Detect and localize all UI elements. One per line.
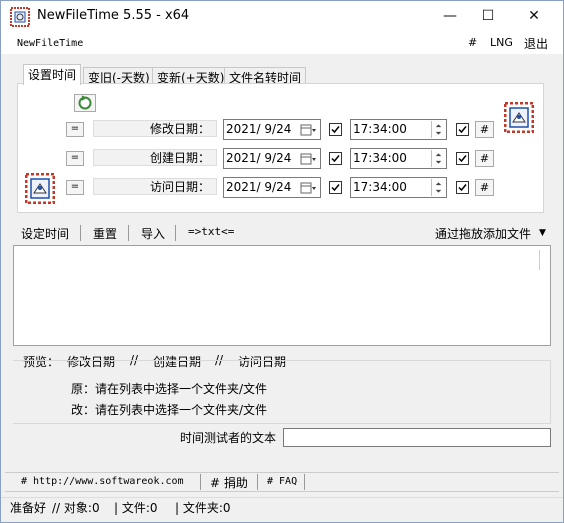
time-tester-input[interactable] [283,428,551,447]
menu-bar [1,32,563,54]
file-list[interactable] [13,245,551,346]
refresh-button[interactable] [74,94,96,112]
donate-link[interactable]: # 捐助 [210,474,248,491]
tab-set-time[interactable]: 设置时间 [23,64,82,85]
created-date-value: 2021/ 9/24 [226,151,292,165]
menu-hash[interactable]: # [468,36,477,49]
created-time-value: 17:34:00 [353,151,407,165]
footer-separator [200,474,201,490]
import-button[interactable]: 导入 [141,225,165,242]
status-objects: // 对象:0 [52,501,100,515]
reset-button[interactable]: 重置 [93,225,117,242]
footer-separator [304,474,305,490]
txt-button[interactable]: =>txt<= [188,225,234,238]
created-time-checkbox[interactable] [456,152,469,165]
calendar-dropdown-icon[interactable] [300,180,316,196]
set-time-button[interactable]: 设定时间 [21,225,69,242]
created-date-label: 创建日期： [93,149,217,166]
menu-app-name[interactable]: NewFileTime [17,38,83,49]
modified-hash-button[interactable]: # [475,121,494,138]
close-button[interactable]: ✕ [511,1,557,32]
drag-add-files-button[interactable]: 通过拖放添加文件 [435,225,531,242]
changed-label: 改： [71,403,96,417]
created-hash-button[interactable]: # [475,150,494,167]
window-title: NewFileTime 5.55 - x64 [37,8,190,23]
calendar-dropdown-icon[interactable] [300,151,316,167]
changed-text: 请在列表中选择一个文件夹/文件 [95,403,268,417]
toolbar-separator [175,225,176,241]
modified-date-label: 修改日期： [93,120,217,137]
accessed-time-input[interactable]: 17:34:00 [350,177,447,198]
accessed-time-value: 17:34:00 [353,180,407,194]
spin-updown-icon[interactable] [431,179,445,196]
website-link[interactable]: # http://www.softwareok.com [21,476,184,487]
check-icon [331,155,340,163]
refresh-icon [78,95,92,110]
status-files: | 文件:0 [114,501,158,515]
check-icon [458,126,467,134]
modified-time-checkbox[interactable] [456,123,469,136]
accessed-date-value: 2021/ 9/24 [226,180,292,194]
modified-date-input[interactable]: 2021/ 9/24 [223,119,321,140]
app-window: NewFileTime 5.55 - x64 — ☐ ✕ NewFileTime… [0,0,564,523]
accessed-date-label: 访问日期： [93,178,217,195]
modified-time-value: 17:34:00 [353,122,407,136]
accessed-time-checkbox[interactable] [456,181,469,194]
modified-date-value: 2021/ 9/24 [226,122,292,136]
check-icon [331,184,340,192]
accessed-equal-button[interactable]: = [66,180,84,195]
check-icon [458,155,467,163]
spin-updown-icon[interactable] [431,150,445,167]
check-icon [331,126,340,134]
created-equal-button[interactable]: = [66,151,84,166]
menu-language[interactable]: LNG [490,36,513,49]
original-label: 原： [71,382,96,396]
maximize-icon: ☐ [481,8,495,24]
toolbar-separator [80,225,81,241]
menu-exit[interactable]: 退出 [524,35,548,52]
accessed-date-input[interactable]: 2021/ 9/24 [223,177,321,198]
chevron-down-icon[interactable]: ▼ [539,228,546,238]
toolbar-separator [128,225,129,241]
spin-updown-icon[interactable] [431,121,445,138]
list-divider [539,250,540,270]
faq-link[interactable]: # FAQ [267,476,297,487]
created-time-input[interactable]: 17:34:00 [350,148,447,169]
accessed-checkbox[interactable] [329,181,342,194]
time-tester-label: 时间测试者的文本 [180,431,277,445]
close-icon: ✕ [528,8,540,24]
check-icon [458,184,467,192]
maximize-button[interactable]: ☐ [465,1,511,32]
minimize-icon: — [443,8,457,24]
modified-checkbox[interactable] [329,123,342,136]
footer-separator [257,474,258,490]
status-folders: | 文件夹:0 [175,501,231,515]
accessed-hash-button[interactable]: # [475,179,494,196]
created-date-input[interactable]: 2021/ 9/24 [223,148,321,169]
modified-time-input[interactable]: 17:34:00 [350,119,447,140]
original-text: 请在列表中选择一个文件夹/文件 [95,382,268,396]
file-time-icon-right[interactable] [503,101,535,134]
title-bar[interactable]: NewFileTime 5.55 - x64 — ☐ ✕ [1,1,563,32]
created-checkbox[interactable] [329,152,342,165]
file-time-icon-left[interactable] [24,172,56,205]
status-ready: 准备好 [10,501,47,515]
modified-equal-button[interactable]: = [66,122,84,137]
app-icon [10,7,30,27]
calendar-dropdown-icon[interactable] [300,122,316,138]
